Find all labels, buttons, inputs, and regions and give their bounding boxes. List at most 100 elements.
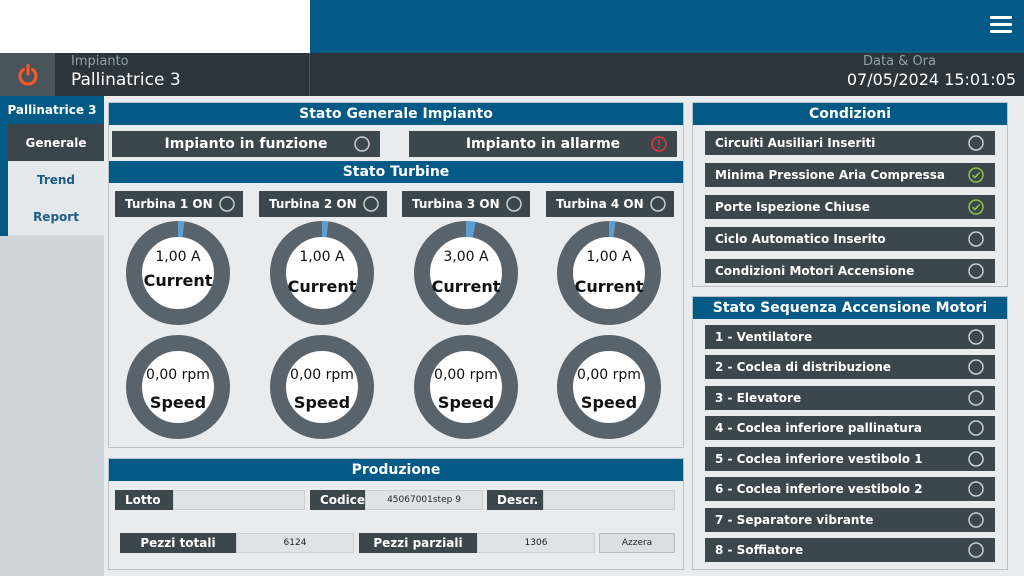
turbina-4-speed-label: Speed: [580, 393, 638, 412]
top-bar: [0, 0, 1024, 53]
lotto-field[interactable]: [173, 490, 305, 510]
condizione-circuiti-ausiliari: Circuiti Ausiliari Inseriti: [705, 131, 995, 155]
lotto-label: Lotto: [115, 490, 173, 510]
main-content: Stato Generale Impianto Impianto in funz…: [104, 96, 1024, 576]
turbina-4-current-label: Current: [574, 277, 644, 296]
sequenza-item: 2 - Coclea di distribuzione: [705, 355, 995, 379]
stato-generale-title: Stato Generale Impianto: [109, 103, 683, 125]
codice-label: Codice: [310, 490, 365, 510]
condizione-motori-accensione: Condizioni Motori Accensione: [705, 259, 995, 283]
condizione-minima-pressione: Minima Pressione Aria Compressa: [705, 163, 995, 187]
turbina-2-speed-value: 0,00 rpm: [290, 367, 354, 383]
turbina-2-speed-label: Speed: [293, 393, 351, 412]
condizione-label: Ciclo Automatico Inserito: [715, 232, 886, 246]
sequenza-panel: Stato Sequenza Accensione Motori 1 - Ven…: [692, 296, 1008, 570]
turbina-3-speed-label: Speed: [437, 393, 495, 412]
codice-field[interactable]: 45067001step 9: [365, 490, 483, 510]
turbina-1-speed-value: 0,00 rpm: [146, 367, 210, 383]
sidebar: Pallinatrice 3 Generale Trend Report: [0, 96, 104, 576]
gauge-ring: [414, 221, 518, 325]
condizione-porte-ispezione: Porte Ispezione Chiuse: [705, 195, 995, 219]
sequenza-label: 4 - Coclea inferiore pallinatura: [715, 421, 922, 435]
gauge-ring: [270, 221, 374, 325]
pezzi-parziali-value: 1306: [477, 533, 595, 553]
turbina-1-speed-label: Speed: [149, 393, 207, 412]
turbina-2-label: Turbina 2 ON: [259, 191, 387, 217]
condizioni-title: Condizioni: [693, 103, 1007, 125]
produzione-panel: Produzione Lotto Codice 45067001step 9 D…: [108, 458, 684, 570]
impianto-in-funzione-label: Impianto in funzione: [164, 136, 328, 152]
gauge-track: [126, 335, 230, 439]
gauge-ring: [557, 335, 661, 439]
sequenza-item: 4 - Coclea inferiore pallinatura: [705, 416, 995, 440]
pezzi-parziali-label: Pezzi parziali: [359, 533, 477, 553]
pezzi-totali-label: Pezzi totali: [120, 533, 236, 553]
turbina-3-text: Turbina 3 ON: [412, 197, 500, 211]
impianto-in-funzione-status: Impianto in funzione: [112, 131, 380, 157]
sidebar-item-generale[interactable]: Generale: [8, 124, 104, 161]
gauge-track: [557, 221, 661, 325]
gauge-track: [270, 335, 374, 439]
status-indicator-icon: [968, 135, 984, 151]
gauge-ring: [270, 335, 374, 439]
condizione-label: Condizioni Motori Accensione: [715, 264, 915, 278]
turbina-4-speed-gauge: 0,00 rpm Speed: [557, 335, 661, 439]
turbina-3-speed-value: 0,00 rpm: [434, 367, 498, 383]
status-indicator-icon: [968, 481, 984, 497]
plant-name: Pallinatrice 3: [71, 70, 181, 90]
descr-field[interactable]: [543, 490, 675, 510]
sequenza-label: 7 - Separatore vibrante: [715, 513, 874, 527]
turbina-1-current-label: Current: [143, 271, 213, 290]
condizione-label: Porte Ispezione Chiuse: [715, 200, 870, 214]
status-indicator-icon: [968, 359, 984, 375]
turbina-4-current-gauge: 1,00 A Current: [557, 221, 661, 325]
gauge-ring: [126, 335, 230, 439]
plant-label: Impianto: [71, 54, 129, 69]
alarm-indicator-icon: [651, 136, 667, 152]
sidebar-item-report[interactable]: Report: [8, 198, 104, 235]
turbina-3-label: Turbina 3 ON: [402, 191, 530, 217]
datetime-value: 07/05/2024 15:01:05: [846, 70, 1016, 89]
gauge-ring: [414, 335, 518, 439]
status-indicator-icon: [968, 451, 984, 467]
azzera-button[interactable]: Azzera: [599, 533, 675, 553]
sequenza-label: 8 - Soffiatore: [715, 543, 804, 557]
running-indicator-icon: [354, 136, 370, 152]
status-indicator-icon: [968, 420, 984, 436]
menu-icon[interactable]: [990, 16, 1012, 36]
power-button[interactable]: [0, 53, 55, 96]
impianto-in-allarme-label: Impianto in allarme: [465, 136, 621, 152]
check-circle-icon: [968, 199, 984, 215]
turbina-1-speed-gauge: 0,00 rpm Speed: [126, 335, 230, 439]
turbina-3-current-label: Current: [431, 277, 501, 296]
condizione-ciclo-automatico: Ciclo Automatico Inserito: [705, 227, 995, 251]
stato-turbine-title: Stato Turbine: [109, 161, 683, 183]
turbina-3-indicator-icon: [506, 196, 522, 212]
turbina-2-text: Turbina 2 ON: [269, 197, 357, 211]
pezzi-totali-value: 6124: [236, 533, 354, 553]
header-divider: [309, 53, 310, 96]
datetime-label: Data & Ora: [863, 54, 936, 69]
sequenza-item: 6 - Coclea inferiore vestibolo 2: [705, 477, 995, 501]
status-indicator-icon: [968, 542, 984, 558]
sequenza-label: 6 - Coclea inferiore vestibolo 2: [715, 482, 923, 496]
descr-label: Descr.: [487, 490, 543, 510]
sidebar-stripe: [0, 124, 8, 236]
sidebar-item-trend[interactable]: Trend: [8, 161, 104, 198]
stato-generale-panel: Stato Generale Impianto Impianto in funz…: [108, 102, 684, 448]
condizione-label: Circuiti Ausiliari Inseriti: [715, 136, 876, 150]
turbina-2-speed-gauge: 0,00 rpm Speed: [270, 335, 374, 439]
turbina-4-current-value: 1,00 A: [586, 249, 632, 265]
turbina-1-indicator-icon: [219, 196, 235, 212]
gauge-track: [557, 335, 661, 439]
gauge-track: [270, 221, 374, 325]
turbina-3-current-gauge: 3,00 A Current: [414, 221, 518, 325]
produzione-title: Produzione: [109, 459, 683, 481]
status-indicator-icon: [968, 512, 984, 528]
turbina-2-current-gauge: 1,00 A Current: [270, 221, 374, 325]
turbina-3-current-value: 3,00 A: [443, 249, 489, 265]
sequenza-item: 5 - Coclea inferiore vestibolo 1: [705, 447, 995, 471]
status-indicator-icon: [968, 329, 984, 345]
gauge-track: [414, 221, 518, 325]
sequenza-label: 3 - Elevatore: [715, 391, 802, 405]
